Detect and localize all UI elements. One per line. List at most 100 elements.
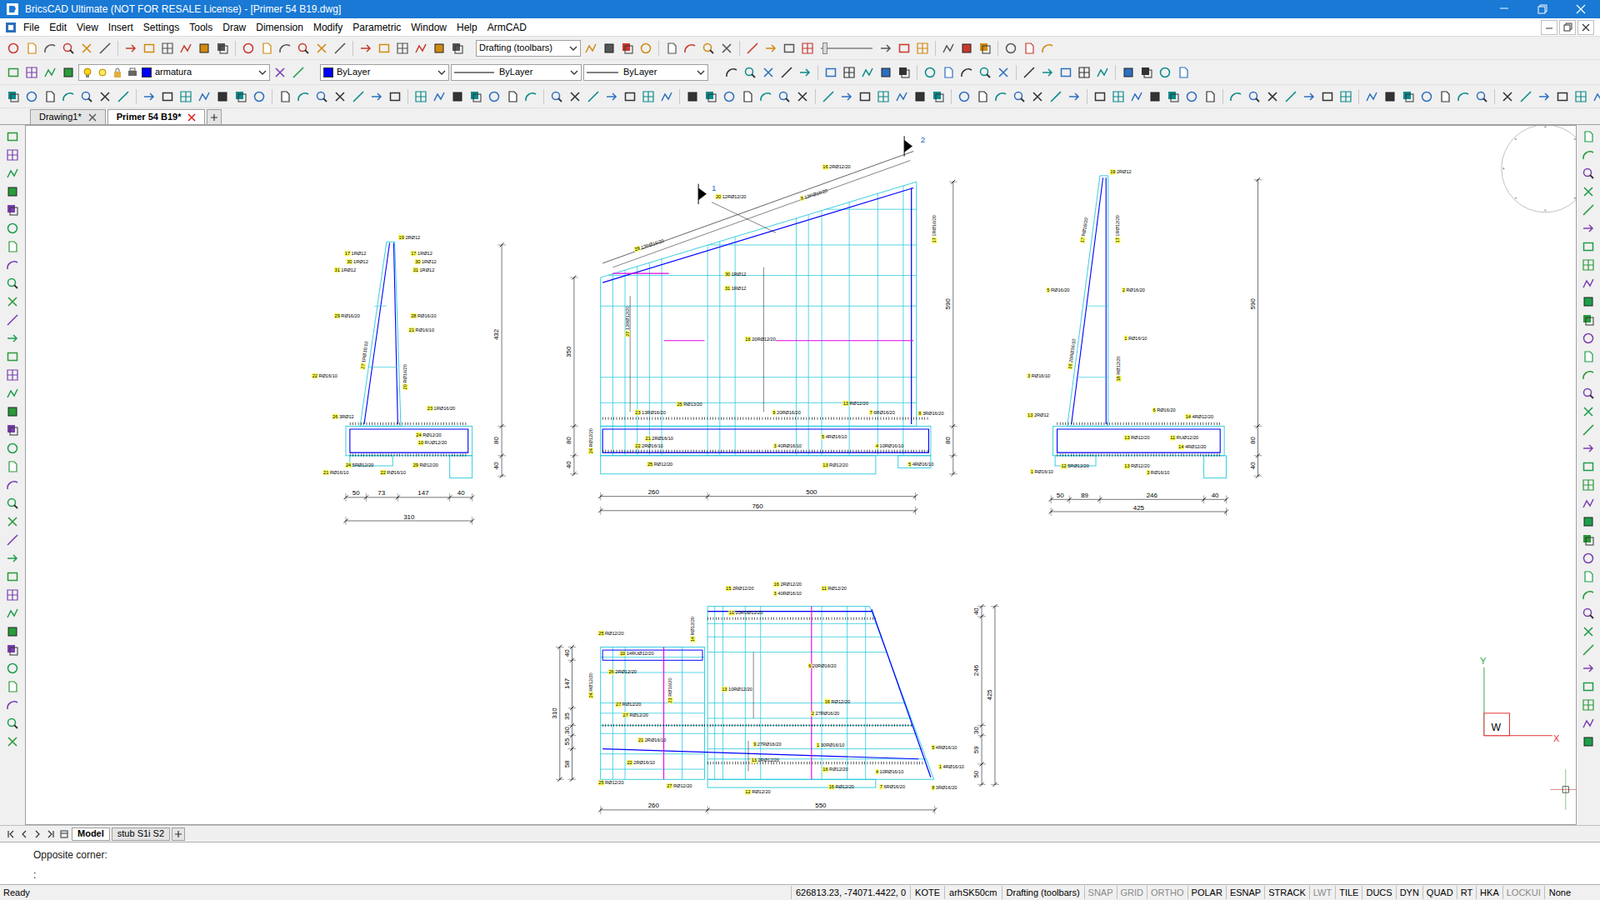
polyline-icon[interactable] bbox=[1094, 64, 1111, 81]
chevron-down-icon[interactable] bbox=[258, 68, 267, 77]
rectangle-icon[interactable] bbox=[1319, 88, 1336, 105]
circle-icon[interactable] bbox=[1002, 40, 1020, 57]
rectangle-icon[interactable] bbox=[621, 88, 639, 105]
block-icon[interactable] bbox=[1580, 293, 1597, 310]
polyline-icon[interactable] bbox=[859, 64, 876, 81]
delete-icon[interactable] bbox=[760, 64, 777, 81]
line-icon[interactable] bbox=[1580, 421, 1597, 439]
zoom-icon[interactable] bbox=[1010, 88, 1028, 105]
grid-icon[interactable] bbox=[640, 88, 657, 105]
rectangle-icon[interactable] bbox=[386, 88, 404, 105]
sun-icon[interactable] bbox=[96, 66, 109, 79]
zoom-icon[interactable] bbox=[700, 40, 717, 57]
delete-icon[interactable] bbox=[566, 88, 584, 105]
grid-icon[interactable] bbox=[1075, 64, 1093, 81]
arc-icon[interactable] bbox=[60, 88, 77, 105]
status-toggle[interactable]: RT bbox=[1456, 885, 1476, 900]
close-icon[interactable] bbox=[88, 113, 97, 122]
layers-icon[interactable] bbox=[5, 88, 22, 105]
zoom-icon[interactable] bbox=[4, 715, 21, 732]
command-line[interactable]: Opposite corner:: bbox=[0, 841, 1600, 885]
arrow-icon[interactable] bbox=[1065, 88, 1083, 105]
document-icon[interactable] bbox=[1580, 568, 1597, 585]
document-tab[interactable]: Primer 54 B19* bbox=[107, 109, 206, 125]
document-icon[interactable] bbox=[1580, 128, 1597, 145]
arrow-icon[interactable] bbox=[838, 88, 855, 105]
grid-icon[interactable] bbox=[1110, 88, 1127, 105]
layers-icon[interactable] bbox=[1138, 64, 1155, 81]
grid-icon[interactable] bbox=[23, 64, 40, 81]
arc-icon[interactable] bbox=[4, 476, 21, 494]
status-toggle[interactable]: ESNAP bbox=[1225, 885, 1265, 900]
delete-icon[interactable] bbox=[4, 733, 21, 750]
menu-item[interactable]: View bbox=[71, 19, 104, 36]
block-icon[interactable] bbox=[449, 88, 466, 105]
status-toggle[interactable]: LWT bbox=[1309, 885, 1335, 900]
block-icon[interactable] bbox=[4, 183, 21, 200]
delete-icon[interactable] bbox=[718, 40, 735, 57]
polyline-icon[interactable] bbox=[582, 40, 600, 57]
delete-icon[interactable] bbox=[1580, 623, 1597, 640]
rectangle-icon[interactable] bbox=[4, 128, 21, 145]
dimension-style[interactable]: KOTE bbox=[910, 885, 945, 900]
zoom-icon[interactable] bbox=[4, 495, 21, 512]
line-icon[interactable] bbox=[820, 88, 837, 105]
line-icon[interactable] bbox=[1047, 88, 1065, 105]
status-toggle[interactable]: HKA bbox=[1475, 885, 1503, 900]
polyline-icon[interactable] bbox=[412, 40, 430, 57]
polyline-icon[interactable] bbox=[658, 88, 675, 105]
menu-item[interactable]: Window bbox=[405, 19, 452, 36]
zoom-icon[interactable] bbox=[548, 88, 565, 105]
annotation-scale[interactable]: None bbox=[1544, 885, 1575, 900]
rectangle-icon[interactable] bbox=[375, 40, 393, 57]
line-icon[interactable] bbox=[585, 88, 602, 105]
dropdown[interactable]: ByLayer bbox=[450, 64, 582, 81]
circle-icon[interactable] bbox=[485, 88, 503, 105]
document-icon[interactable] bbox=[739, 88, 756, 105]
layers-icon[interactable] bbox=[4, 421, 21, 439]
arc-icon[interactable] bbox=[522, 88, 540, 105]
rectangle-icon[interactable] bbox=[1091, 88, 1109, 105]
block-icon[interactable] bbox=[958, 40, 975, 57]
grid-icon[interactable] bbox=[177, 88, 195, 105]
arc-icon[interactable] bbox=[681, 40, 699, 57]
rectangle-icon[interactable] bbox=[895, 40, 913, 57]
arc-icon[interactable] bbox=[1039, 40, 1056, 57]
menu-item[interactable]: File bbox=[18, 19, 45, 36]
arrow-icon[interactable] bbox=[1039, 64, 1056, 81]
circle-icon[interactable] bbox=[1183, 88, 1200, 105]
arc-icon[interactable] bbox=[4, 256, 21, 274]
menu-item[interactable]: Edit bbox=[44, 19, 72, 36]
status-toggle[interactable]: GRID bbox=[1116, 885, 1148, 900]
line-icon[interactable] bbox=[1020, 64, 1038, 81]
menu-item[interactable]: Help bbox=[451, 19, 483, 36]
circle-icon[interactable] bbox=[5, 40, 22, 57]
grid-icon[interactable] bbox=[159, 40, 176, 57]
grid-icon[interactable] bbox=[840, 64, 858, 81]
polyline-icon[interactable] bbox=[4, 165, 21, 182]
grid-icon[interactable] bbox=[1580, 476, 1597, 494]
restore-button[interactable] bbox=[1523, 0, 1562, 19]
delete-icon[interactable] bbox=[1264, 88, 1281, 105]
chevron-down-icon[interactable] bbox=[437, 68, 446, 77]
block-icon[interactable] bbox=[684, 88, 701, 105]
layers-icon[interactable] bbox=[1580, 531, 1597, 549]
layers-icon[interactable] bbox=[702, 88, 720, 105]
circle-icon[interactable] bbox=[240, 40, 257, 57]
layers-icon[interactable] bbox=[467, 88, 485, 105]
drawing-canvas[interactable]: 19 2RØ1217 1RØ1217 1RØ1230 1RØ1230 1RØ12… bbox=[25, 125, 1577, 825]
line-icon[interactable] bbox=[331, 40, 349, 57]
polyline-icon[interactable] bbox=[1590, 88, 1600, 105]
polyline-icon[interactable] bbox=[1128, 88, 1145, 105]
menu-item[interactable]: Draw bbox=[217, 19, 251, 36]
delete-icon[interactable] bbox=[313, 40, 330, 57]
document-icon[interactable] bbox=[1020, 40, 1038, 57]
menu-item[interactable]: Dimension bbox=[250, 19, 309, 36]
zoom-icon[interactable] bbox=[313, 88, 330, 105]
block-icon[interactable] bbox=[877, 64, 895, 81]
status-toggle[interactable]: STRACK bbox=[1264, 885, 1310, 900]
circle-icon[interactable] bbox=[4, 440, 21, 457]
grid-icon[interactable] bbox=[1337, 88, 1355, 105]
chevron-down-icon[interactable] bbox=[569, 44, 578, 53]
status-toggle[interactable]: TILE bbox=[1335, 885, 1362, 900]
